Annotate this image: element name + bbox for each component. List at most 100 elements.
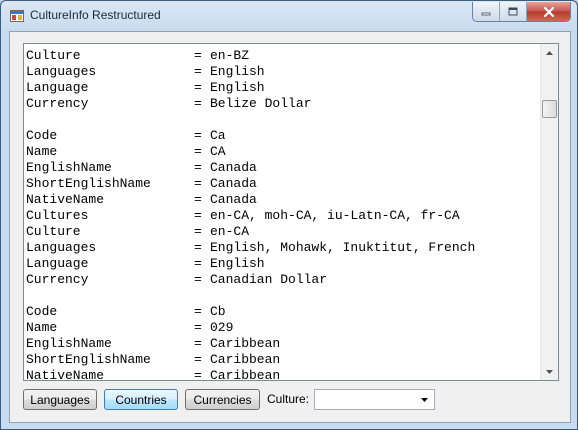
property-value: English [210,80,265,95]
maximize-icon [508,7,518,16]
property-name: EnglishName [26,336,112,351]
property-value: Cb [210,304,226,319]
equals-sign: = [194,160,202,175]
title-bar[interactable]: CultureInfo Restructured [1,1,577,31]
output-line: Currency = Belize Dollar [26,96,540,112]
output-line: NativeName = Caribbean [26,368,540,380]
equals-sign: = [194,96,202,111]
property-name: Code [26,128,58,143]
property-value: en-CA [210,224,250,239]
property-name: Currency [26,272,89,287]
close-button[interactable] [527,2,570,21]
property-name: Cultures [26,208,89,223]
output-line: Code = Cb [26,304,540,320]
property-name: Languages [26,64,97,79]
output-line: Languages = English [26,64,540,80]
output-text: Culture = en-BZ Languages = English Language = E… [26,48,540,380]
maximize-button[interactable] [500,2,527,21]
culture-dropdown-button[interactable] [417,392,432,407]
property-value: CA [210,144,226,159]
property-name: Code [26,304,58,319]
property-value: Canada [210,176,257,191]
equals-sign: = [194,176,202,191]
languages-button[interactable]: Languages [23,389,97,410]
property-value: Caribbean [210,336,281,351]
scroll-down-arrow-icon [546,369,553,374]
output-line: EnglishName = Caribbean [26,336,540,352]
equals-sign: = [194,224,202,239]
property-name: Currency [26,96,89,111]
property-name: Culture [26,224,81,239]
property-name: Language [26,256,89,271]
scroll-up-button[interactable] [541,44,558,61]
output-line: Culture = en-CA [26,224,540,240]
output-line: Cultures = en-CA, moh-CA, iu-Latn-CA, fr-C… [26,208,540,224]
app-window-icon [10,10,24,22]
scroll-down-button[interactable] [541,363,558,380]
scroll-up-arrow-icon [546,50,553,55]
property-name: NativeName [26,192,105,207]
equals-sign: = [194,192,202,207]
equals-sign: = [194,256,202,271]
minimize-icon [481,12,491,15]
equals-sign: = [194,144,202,159]
equals-sign: = [194,368,202,380]
equals-sign: = [194,48,202,63]
property-value: en-CA, moh-CA, iu-Latn-CA, fr-CA [210,208,460,223]
culture-select[interactable] [314,389,435,410]
equals-sign: = [194,128,202,143]
property-value: Belize Dollar [210,96,312,111]
culture-label: Culture: [267,392,310,406]
output-line: Name = CA [26,144,540,160]
output-textbox[interactable]: Culture = en-BZ Languages = English Language = E… [23,43,559,381]
property-name: ShortEnglishName [26,352,151,367]
output-line: Currency = Canadian Dollar [26,272,540,288]
equals-sign: = [194,240,202,255]
property-value: en-BZ [210,48,250,63]
equals-sign: = [194,64,202,79]
equals-sign: = [194,272,202,287]
property-value: 029 [210,320,234,335]
scroll-thumb[interactable] [542,100,557,118]
output-line: Code = Ca [26,128,540,144]
window-title: CultureInfo Restructured [30,8,161,22]
output-line: Language = English [26,80,540,96]
property-name: Name [26,320,58,335]
chevron-down-icon [421,397,428,402]
output-line: ShortEnglishName = Canada [26,176,540,192]
property-name: Culture [26,48,81,63]
property-value: Canada [210,192,257,207]
output-line: Language = English [26,256,540,272]
caption-buttons [472,2,571,22]
output-line: Languages = English, Mohawk, Inuktitut, Fr… [26,240,540,256]
property-value: Canadian Dollar [210,272,328,287]
equals-sign: = [194,304,202,319]
output-line: NativeName = Canada [26,192,540,208]
property-name: EnglishName [26,160,112,175]
property-name: Language [26,80,89,95]
property-value: English [210,64,265,79]
property-name: Name [26,144,58,159]
property-value: Caribbean [210,368,281,380]
currencies-button[interactable]: Currencies [185,389,260,410]
property-value: Canada [210,160,257,175]
property-name: Languages [26,240,97,255]
countries-button[interactable]: Countries [104,389,178,410]
property-value: English [210,256,265,271]
equals-sign: = [194,336,202,351]
output-line: Culture = en-BZ [26,48,540,64]
equals-sign: = [194,320,202,335]
property-name: NativeName [26,368,105,380]
minimize-button[interactable] [473,2,500,21]
main-window: CultureInfo Restructured Culture = en-BZ… [0,0,578,430]
equals-sign: = [194,208,202,223]
vertical-scrollbar[interactable] [540,44,558,380]
property-value: English, Mohawk, Inuktitut, French [210,240,476,255]
close-icon [543,6,554,17]
property-value: Caribbean [210,352,281,367]
property-name: ShortEnglishName [26,176,151,191]
output-line: ShortEnglishName = Caribbean [26,352,540,368]
equals-sign: = [194,352,202,367]
